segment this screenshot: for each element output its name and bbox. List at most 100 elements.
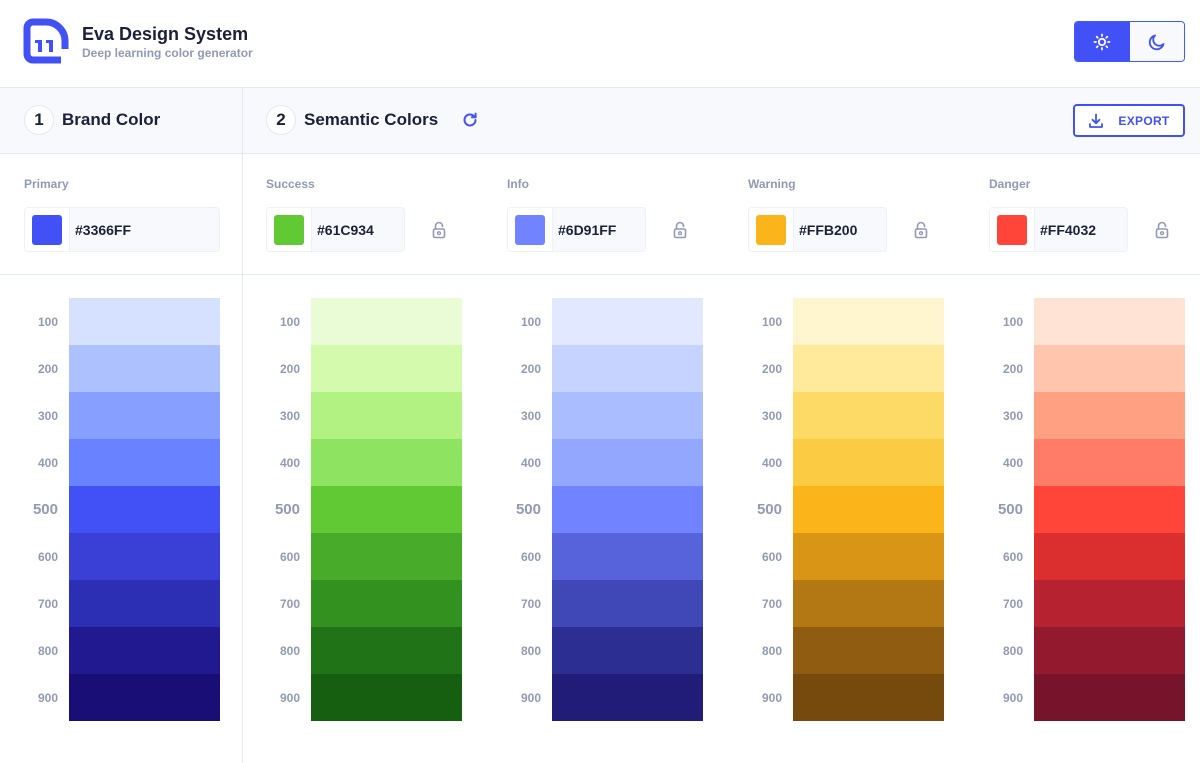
success-shade-400[interactable] bbox=[311, 439, 462, 486]
shade-label: 800 bbox=[761, 644, 782, 658]
hex-value[interactable]: #6D91FF bbox=[553, 208, 616, 251]
warning-shade-700[interactable] bbox=[793, 580, 944, 627]
warning-shade-900[interactable] bbox=[793, 674, 944, 721]
color-swatch bbox=[997, 214, 1027, 245]
primary-shade-300[interactable] bbox=[69, 392, 220, 439]
shade-label: 800 bbox=[279, 644, 300, 658]
field-label: Info bbox=[507, 177, 529, 191]
primary-shade-200[interactable] bbox=[69, 345, 220, 392]
info-shade-400[interactable] bbox=[552, 439, 703, 486]
danger-hex-input[interactable]: #FF4032 bbox=[989, 207, 1128, 252]
shade-label: 300 bbox=[37, 409, 58, 423]
danger-shade-300[interactable] bbox=[1034, 392, 1185, 439]
shade-label: 500 bbox=[32, 501, 58, 518]
success-shade-200[interactable] bbox=[311, 345, 462, 392]
danger-shade-800[interactable] bbox=[1034, 627, 1185, 674]
light-theme-button[interactable] bbox=[1075, 22, 1130, 61]
shade-label: 400 bbox=[1002, 456, 1023, 470]
shade-row: 800 bbox=[507, 627, 707, 674]
hex-value[interactable]: #3366FF bbox=[70, 208, 131, 251]
color-picker-button[interactable] bbox=[267, 208, 312, 251]
info-shade-500[interactable] bbox=[552, 486, 703, 533]
shade-label: 200 bbox=[761, 362, 782, 376]
info-hex-input[interactable]: #6D91FF bbox=[507, 207, 646, 252]
warning-shade-600[interactable] bbox=[793, 533, 944, 580]
color-picker-button[interactable] bbox=[749, 208, 794, 251]
danger-shade-400[interactable] bbox=[1034, 439, 1185, 486]
primary-shade-900[interactable] bbox=[69, 674, 220, 721]
hex-value[interactable]: #FF4032 bbox=[1035, 208, 1096, 251]
warning-hex-input[interactable]: #FFB200 bbox=[748, 207, 887, 252]
hex-value[interactable]: #61C934 bbox=[312, 208, 374, 251]
export-button[interactable]: EXPORT bbox=[1073, 104, 1185, 137]
shade-row: 300 bbox=[24, 392, 224, 439]
success-shade-600[interactable] bbox=[311, 533, 462, 580]
success-shade-100[interactable] bbox=[311, 298, 462, 345]
warning-shade-500[interactable] bbox=[793, 486, 944, 533]
shade-label: 700 bbox=[1002, 597, 1023, 611]
shade-row: 100 bbox=[748, 298, 948, 345]
primary-shade-100[interactable] bbox=[69, 298, 220, 345]
dark-theme-button[interactable] bbox=[1129, 22, 1184, 61]
unlock-button[interactable] bbox=[672, 220, 688, 240]
primary-shade-700[interactable] bbox=[69, 580, 220, 627]
unlock-button[interactable] bbox=[913, 220, 929, 240]
shade-label: 700 bbox=[761, 597, 782, 611]
info-shade-200[interactable] bbox=[552, 345, 703, 392]
hex-value[interactable]: #FFB200 bbox=[794, 208, 857, 251]
shade-row: 900 bbox=[748, 674, 948, 721]
success-shade-500[interactable] bbox=[311, 486, 462, 533]
export-label: EXPORT bbox=[1118, 113, 1170, 128]
app-title: Eva Design System bbox=[82, 24, 249, 44]
shade-label: 200 bbox=[1002, 362, 1023, 376]
danger-shade-600[interactable] bbox=[1034, 533, 1185, 580]
danger-shade-500[interactable] bbox=[1034, 486, 1185, 533]
success-shade-700[interactable] bbox=[311, 580, 462, 627]
info-shade-300[interactable] bbox=[552, 392, 703, 439]
unlock-icon bbox=[914, 221, 928, 239]
success-hex-input[interactable]: #61C934 bbox=[266, 207, 405, 252]
color-picker-button[interactable] bbox=[508, 208, 553, 251]
field-label: Warning bbox=[748, 177, 796, 191]
step-number: 1 bbox=[24, 105, 54, 135]
primary-shade-800[interactable] bbox=[69, 627, 220, 674]
success-shade-800[interactable] bbox=[311, 627, 462, 674]
warning-shade-100[interactable] bbox=[793, 298, 944, 345]
warning-shade-200[interactable] bbox=[793, 345, 944, 392]
shade-row: 700 bbox=[507, 580, 707, 627]
shade-label: 900 bbox=[37, 691, 58, 705]
primary-shade-500[interactable] bbox=[69, 486, 220, 533]
color-picker-button[interactable] bbox=[990, 208, 1035, 251]
color-picker-button[interactable] bbox=[25, 208, 70, 251]
shade-label: 200 bbox=[37, 362, 58, 376]
refresh-button[interactable] bbox=[460, 110, 480, 130]
shade-label: 600 bbox=[279, 550, 300, 564]
shade-row: 200 bbox=[748, 345, 948, 392]
danger-shade-200[interactable] bbox=[1034, 345, 1185, 392]
info-shade-800[interactable] bbox=[552, 627, 703, 674]
sun-icon bbox=[1093, 33, 1111, 50]
shade-row: 600 bbox=[266, 533, 466, 580]
section-title: Semantic Colors bbox=[304, 110, 439, 129]
primary-shade-400[interactable] bbox=[69, 439, 220, 486]
shade-label: 700 bbox=[520, 597, 541, 611]
info-shade-900[interactable] bbox=[552, 674, 703, 721]
warning-shade-300[interactable] bbox=[793, 392, 944, 439]
info-shade-100[interactable] bbox=[552, 298, 703, 345]
warning-shade-800[interactable] bbox=[793, 627, 944, 674]
shade-row: 300 bbox=[507, 392, 707, 439]
success-shade-300[interactable] bbox=[311, 392, 462, 439]
info-shade-700[interactable] bbox=[552, 580, 703, 627]
shade-row: 200 bbox=[266, 345, 466, 392]
danger-shade-100[interactable] bbox=[1034, 298, 1185, 345]
unlock-button[interactable] bbox=[1154, 220, 1170, 240]
shade-row: 700 bbox=[266, 580, 466, 627]
danger-shade-700[interactable] bbox=[1034, 580, 1185, 627]
success-shade-900[interactable] bbox=[311, 674, 462, 721]
warning-shade-400[interactable] bbox=[793, 439, 944, 486]
danger-shade-900[interactable] bbox=[1034, 674, 1185, 721]
primary-hex-input[interactable]: #3366FF bbox=[24, 207, 220, 252]
primary-shade-600[interactable] bbox=[69, 533, 220, 580]
unlock-button[interactable] bbox=[431, 220, 447, 240]
info-shade-600[interactable] bbox=[552, 533, 703, 580]
